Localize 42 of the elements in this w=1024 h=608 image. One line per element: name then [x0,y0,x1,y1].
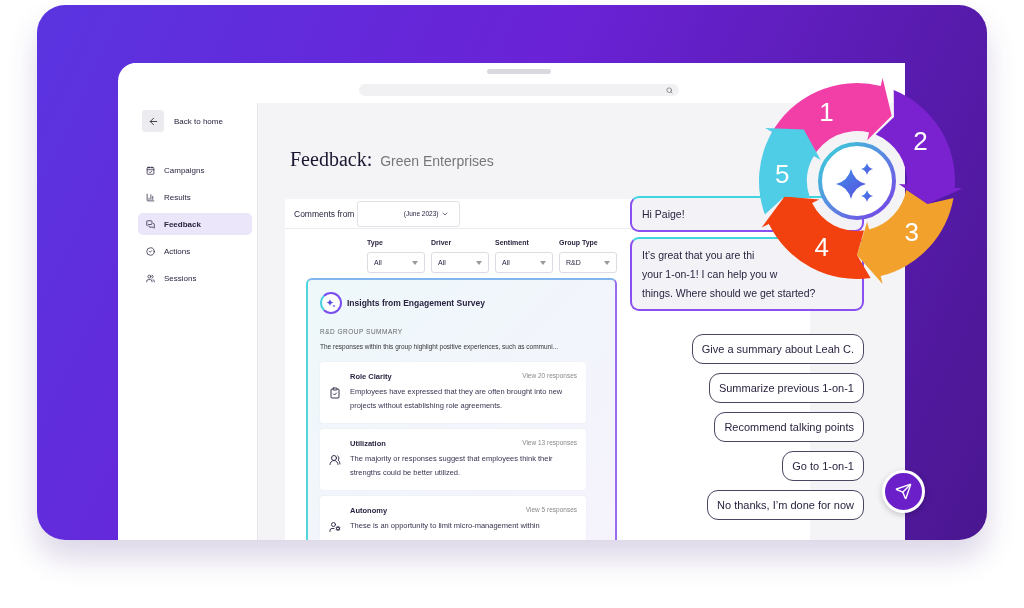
clipboard-icon [329,387,341,399]
chat-message-line: It’s great that you are thi [642,248,755,263]
person-gear-icon [329,521,341,533]
caret-icon [476,260,482,265]
page-subtitle: Green Enterprises [380,153,494,169]
caret-icon [412,260,418,265]
step-number: 5 [775,159,790,190]
caret-icon [604,260,610,265]
back-link[interactable]: Back to home [174,116,223,126]
send-icon [895,483,912,500]
suggestion-button[interactable]: Go to 1-on-1 [782,451,864,481]
insights-title: Insights from Engagement Survey [347,298,485,308]
step-number: 3 [904,217,920,248]
chat-icon [146,219,155,229]
comments-label: Comments from [294,208,355,219]
search-icon [666,86,673,94]
chat-message-line: your 1-on-1! I can help you w [642,267,778,282]
sidebar-item[interactable]: Results [138,186,252,208]
back-button[interactable] [142,110,164,132]
bar-chart-icon [146,192,155,202]
chat-message: Hi Paige! [642,207,685,222]
step-number: 4 [814,232,829,263]
sidebar-item[interactable]: Sessions [138,267,252,289]
suggestion-button[interactable]: Give a summary about Leah C. [691,334,864,364]
chat-message-line: things. Where should we get started? [642,286,816,301]
calendar-icon [146,165,155,175]
sidebar-item[interactable]: Actions [138,240,252,262]
camera-bar [487,69,551,74]
step-number: 2 [913,126,928,157]
page-title: Feedback: [290,148,373,171]
check-circle-icon [146,246,155,256]
caret-icon [540,260,546,265]
step-number: 1 [819,97,834,128]
sparkle-icon [320,292,342,314]
people-icon [329,454,341,466]
sidebar-item[interactable]: Campaigns [138,159,252,181]
suggestion-button[interactable]: No thanks, I’m done for now [707,490,864,520]
sidebar-item[interactable]: Feedback [138,213,252,235]
suggestion-button[interactable]: Summarize previous 1-on-1 [708,373,864,403]
suggestion-button[interactable]: Recommend talking points [714,412,864,442]
people-icon [146,273,155,283]
arrow-left-icon [147,115,159,127]
